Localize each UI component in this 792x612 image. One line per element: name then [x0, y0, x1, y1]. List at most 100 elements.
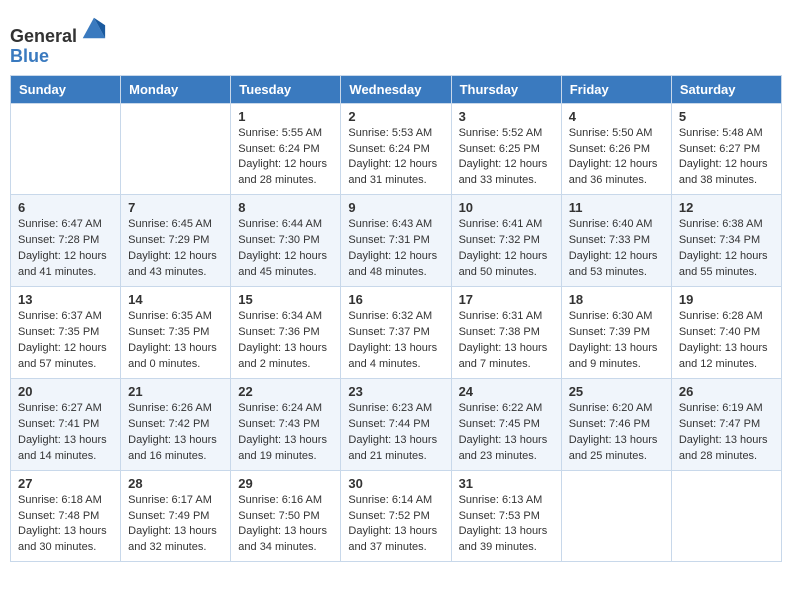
day-number: 1 [238, 109, 333, 124]
day-number: 7 [128, 200, 223, 215]
day-info: Sunrise: 6:47 AM Sunset: 7:28 PM Dayligh… [18, 217, 113, 281]
day-number: 26 [679, 384, 774, 399]
day-info: Sunrise: 6:28 AM Sunset: 7:40 PM Dayligh… [679, 309, 774, 373]
day-info: Sunrise: 6:32 AM Sunset: 7:37 PM Dayligh… [348, 309, 443, 373]
day-number: 31 [459, 476, 554, 491]
day-info: Sunrise: 5:55 AM Sunset: 6:24 PM Dayligh… [238, 126, 333, 190]
calendar-cell: 15 Sunrise: 6:34 AM Sunset: 7:36 PM Dayli… [231, 287, 341, 379]
day-number: 21 [128, 384, 223, 399]
day-info: Sunrise: 5:48 AM Sunset: 6:27 PM Dayligh… [679, 126, 774, 190]
calendar-cell: 27 Sunrise: 6:18 AM Sunset: 7:48 PM Dayli… [11, 470, 121, 562]
day-number: 6 [18, 200, 113, 215]
day-info: Sunrise: 6:35 AM Sunset: 7:35 PM Dayligh… [128, 309, 223, 373]
day-info: Sunrise: 6:17 AM Sunset: 7:49 PM Dayligh… [128, 493, 223, 557]
calendar-cell: 23 Sunrise: 6:23 AM Sunset: 7:44 PM Dayli… [341, 378, 451, 470]
day-of-week-header: Saturday [671, 75, 781, 103]
day-info: Sunrise: 6:34 AM Sunset: 7:36 PM Dayligh… [238, 309, 333, 373]
calendar-cell: 21 Sunrise: 6:26 AM Sunset: 7:42 PM Dayli… [121, 378, 231, 470]
day-info: Sunrise: 6:18 AM Sunset: 7:48 PM Dayligh… [18, 493, 113, 557]
calendar-cell: 24 Sunrise: 6:22 AM Sunset: 7:45 PM Dayli… [451, 378, 561, 470]
day-number: 5 [679, 109, 774, 124]
calendar-cell: 5 Sunrise: 5:48 AM Sunset: 6:27 PM Daylig… [671, 103, 781, 195]
day-info: Sunrise: 6:45 AM Sunset: 7:29 PM Dayligh… [128, 217, 223, 281]
day-info: Sunrise: 6:43 AM Sunset: 7:31 PM Dayligh… [348, 217, 443, 281]
logo-text: GeneralBlue [10, 14, 107, 67]
day-info: Sunrise: 6:44 AM Sunset: 7:30 PM Dayligh… [238, 217, 333, 281]
calendar-cell [11, 103, 121, 195]
day-info: Sunrise: 6:16 AM Sunset: 7:50 PM Dayligh… [238, 493, 333, 557]
logo-icon [79, 14, 107, 42]
day-info: Sunrise: 6:23 AM Sunset: 7:44 PM Dayligh… [348, 401, 443, 465]
calendar-week-row: 1 Sunrise: 5:55 AM Sunset: 6:24 PM Daylig… [11, 103, 782, 195]
day-number: 27 [18, 476, 113, 491]
calendar-cell: 2Sunrise: 5:53 AM Sunset: 6:24 PM Daylig… [341, 103, 451, 195]
day-info: Sunrise: 6:13 AM Sunset: 7:53 PM Dayligh… [459, 493, 554, 557]
day-info: Sunrise: 5:52 AM Sunset: 6:25 PM Dayligh… [459, 126, 554, 190]
day-number: 3 [459, 109, 554, 124]
day-info: Sunrise: 6:37 AM Sunset: 7:35 PM Dayligh… [18, 309, 113, 373]
calendar-cell: 14 Sunrise: 6:35 AM Sunset: 7:35 PM Dayli… [121, 287, 231, 379]
day-number: 30 [348, 476, 443, 491]
calendar-cell: 9 Sunrise: 6:43 AM Sunset: 7:31 PM Daylig… [341, 195, 451, 287]
day-info: Sunrise: 6:31 AM Sunset: 7:38 PM Dayligh… [459, 309, 554, 373]
calendar-week-row: 6 Sunrise: 6:47 AM Sunset: 7:28 PM Daylig… [11, 195, 782, 287]
day-info: Sunrise: 6:41 AM Sunset: 7:32 PM Dayligh… [459, 217, 554, 281]
day-info: Sunrise: 5:53 AM Sunset: 6:24 PM Dayligh… [348, 126, 443, 190]
day-info: Sunrise: 6:38 AM Sunset: 7:34 PM Dayligh… [679, 217, 774, 281]
calendar-cell: 10 Sunrise: 6:41 AM Sunset: 7:32 PM Dayli… [451, 195, 561, 287]
day-number: 15 [238, 292, 333, 307]
day-of-week-header: Sunday [11, 75, 121, 103]
day-number: 17 [459, 292, 554, 307]
day-info: Sunrise: 6:19 AM Sunset: 7:47 PM Dayligh… [679, 401, 774, 465]
calendar-week-row: 20 Sunrise: 6:27 AM Sunset: 7:41 PM Dayli… [11, 378, 782, 470]
day-number: 12 [679, 200, 774, 215]
day-of-week-header: Monday [121, 75, 231, 103]
calendar-cell: 12 Sunrise: 6:38 AM Sunset: 7:34 PM Dayli… [671, 195, 781, 287]
day-number: 4 [569, 109, 664, 124]
day-number: 19 [679, 292, 774, 307]
day-number: 14 [128, 292, 223, 307]
page-header: GeneralBlue [10, 10, 782, 67]
calendar-cell: 29Sunrise: 6:16 AM Sunset: 7:50 PM Dayli… [231, 470, 341, 562]
calendar-week-row: 27 Sunrise: 6:18 AM Sunset: 7:48 PM Dayli… [11, 470, 782, 562]
calendar-cell: 16Sunrise: 6:32 AM Sunset: 7:37 PM Dayli… [341, 287, 451, 379]
day-number: 20 [18, 384, 113, 399]
day-number: 28 [128, 476, 223, 491]
calendar-cell [671, 470, 781, 562]
day-of-week-header: Wednesday [341, 75, 451, 103]
calendar-cell: 13 Sunrise: 6:37 AM Sunset: 7:35 PM Dayli… [11, 287, 121, 379]
day-of-week-header: Thursday [451, 75, 561, 103]
day-number: 24 [459, 384, 554, 399]
day-info: Sunrise: 6:24 AM Sunset: 7:43 PM Dayligh… [238, 401, 333, 465]
calendar-cell: 11 Sunrise: 6:40 AM Sunset: 7:33 PM Dayli… [561, 195, 671, 287]
calendar-week-row: 13 Sunrise: 6:37 AM Sunset: 7:35 PM Dayli… [11, 287, 782, 379]
calendar-header-row: SundayMondayTuesdayWednesdayThursdayFrid… [11, 75, 782, 103]
calendar-cell: 28 Sunrise: 6:17 AM Sunset: 7:49 PM Dayli… [121, 470, 231, 562]
calendar-cell: 6 Sunrise: 6:47 AM Sunset: 7:28 PM Daylig… [11, 195, 121, 287]
calendar-cell: 25Sunrise: 6:20 AM Sunset: 7:46 PM Dayli… [561, 378, 671, 470]
calendar-cell: 17 Sunrise: 6:31 AM Sunset: 7:38 PM Dayli… [451, 287, 561, 379]
day-number: 11 [569, 200, 664, 215]
day-of-week-header: Friday [561, 75, 671, 103]
day-number: 9 [348, 200, 443, 215]
calendar-cell: 8 Sunrise: 6:44 AM Sunset: 7:30 PM Daylig… [231, 195, 341, 287]
day-number: 13 [18, 292, 113, 307]
day-number: 10 [459, 200, 554, 215]
day-info: Sunrise: 5:50 AM Sunset: 6:26 PM Dayligh… [569, 126, 664, 190]
day-number: 8 [238, 200, 333, 215]
calendar-cell: 4 Sunrise: 5:50 AM Sunset: 6:26 PM Daylig… [561, 103, 671, 195]
logo-blue: Blue [10, 46, 49, 66]
day-info: Sunrise: 6:20 AM Sunset: 7:46 PM Dayligh… [569, 401, 664, 465]
calendar-cell: 19 Sunrise: 6:28 AM Sunset: 7:40 PM Dayli… [671, 287, 781, 379]
day-number: 23 [348, 384, 443, 399]
day-info: Sunrise: 6:27 AM Sunset: 7:41 PM Dayligh… [18, 401, 113, 465]
calendar-cell: 3 Sunrise: 5:52 AM Sunset: 6:25 PM Daylig… [451, 103, 561, 195]
calendar-cell: 30 Sunrise: 6:14 AM Sunset: 7:52 PM Dayli… [341, 470, 451, 562]
day-info: Sunrise: 6:40 AM Sunset: 7:33 PM Dayligh… [569, 217, 664, 281]
day-info: Sunrise: 6:22 AM Sunset: 7:45 PM Dayligh… [459, 401, 554, 465]
day-info: Sunrise: 6:14 AM Sunset: 7:52 PM Dayligh… [348, 493, 443, 557]
day-info: Sunrise: 6:26 AM Sunset: 7:42 PM Dayligh… [128, 401, 223, 465]
day-info: Sunrise: 6:30 AM Sunset: 7:39 PM Dayligh… [569, 309, 664, 373]
calendar-cell: 1 Sunrise: 5:55 AM Sunset: 6:24 PM Daylig… [231, 103, 341, 195]
logo: GeneralBlue [10, 14, 107, 67]
